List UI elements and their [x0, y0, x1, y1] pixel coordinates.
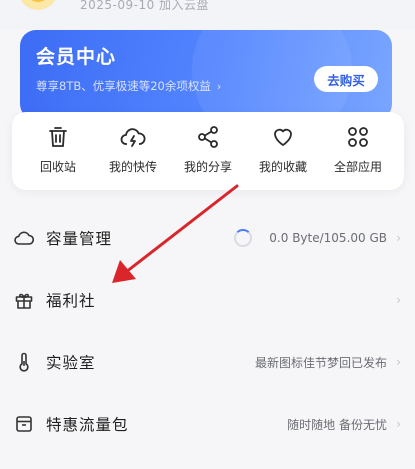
shortcut-my-shares[interactable]: 我的分享	[174, 112, 242, 190]
shortcut-favorites[interactable]: 我的收藏	[249, 112, 317, 190]
menu-item-value: 0.0 Byte/105.00 GB	[269, 231, 387, 245]
gift-icon	[15, 293, 33, 309]
chevron-right-icon: ›	[396, 293, 401, 307]
menu-item-label: 福利社	[46, 292, 96, 310]
menu-item-label: 实验室	[46, 354, 96, 372]
heart-icon	[274, 128, 292, 146]
chevron-right-icon: ›	[396, 231, 401, 245]
cloud-icon	[14, 231, 34, 245]
apps-grid-icon	[348, 127, 368, 147]
menu-item-storage[interactable]: 容量管理 0.0 Byte/105.00 GB ›	[0, 218, 415, 258]
menu-item-value: 随时随地 备份无忧	[287, 417, 387, 432]
shortcut-recycle-bin[interactable]: 回收站	[24, 112, 92, 190]
trash-icon	[49, 127, 67, 147]
vip-title: 会员中心	[36, 46, 117, 68]
vip-center-card[interactable]: 会员中心 尊享8TB、优享极速等20余项权益 › 去购买	[20, 30, 392, 120]
shortcut-all-apps[interactable]: 全部应用	[324, 112, 392, 190]
shortcut-label: 我的收藏	[258, 160, 307, 174]
vip-subtitle-text: 尊享8TB、优享极速等20余项权益	[36, 79, 211, 93]
shortcut-label: 全部应用	[333, 160, 382, 174]
chevron-right-icon: ›	[396, 417, 401, 431]
vip-subtitle[interactable]: 尊享8TB、优享极速等20余项权益 ›	[36, 78, 221, 94]
share-icon	[198, 126, 218, 148]
data-package-icon	[16, 416, 32, 432]
cloud-lightning-icon	[120, 128, 146, 147]
shortcut-label: 回收站	[39, 160, 76, 174]
shortcut-quick-transfer[interactable]: 我的快传	[99, 112, 167, 190]
shortcut-label: 我的分享	[183, 160, 232, 174]
avatar[interactable]	[18, 0, 58, 10]
buy-button[interactable]: 去购买	[314, 66, 378, 92]
shortcut-bar: 回收站 我的快传 我的分享 我的收藏 全部应用	[12, 112, 404, 190]
thermometer-icon	[19, 352, 29, 372]
menu-item-value: 最新图标佳节梦回已发布	[254, 355, 387, 370]
menu-item-data-package[interactable]: 特惠流量包 随时随地 备份无忧 ›	[0, 404, 415, 444]
chevron-right-icon: ›	[216, 80, 222, 93]
profile-header: 2025-09-10 加入云盘	[0, 0, 415, 30]
menu-item-label: 特惠流量包	[46, 416, 129, 434]
menu-item-label: 容量管理	[46, 230, 113, 248]
shortcut-label: 我的快传	[108, 160, 157, 174]
chevron-right-icon: ›	[396, 355, 401, 369]
join-date: 2025-09-10 加入云盘	[80, 0, 210, 12]
loading-spinner-icon	[234, 229, 252, 247]
menu-item-lab[interactable]: 实验室 最新图标佳节梦回已发布 ›	[0, 342, 415, 382]
menu-item-welfare[interactable]: 福利社 ›	[0, 280, 415, 320]
